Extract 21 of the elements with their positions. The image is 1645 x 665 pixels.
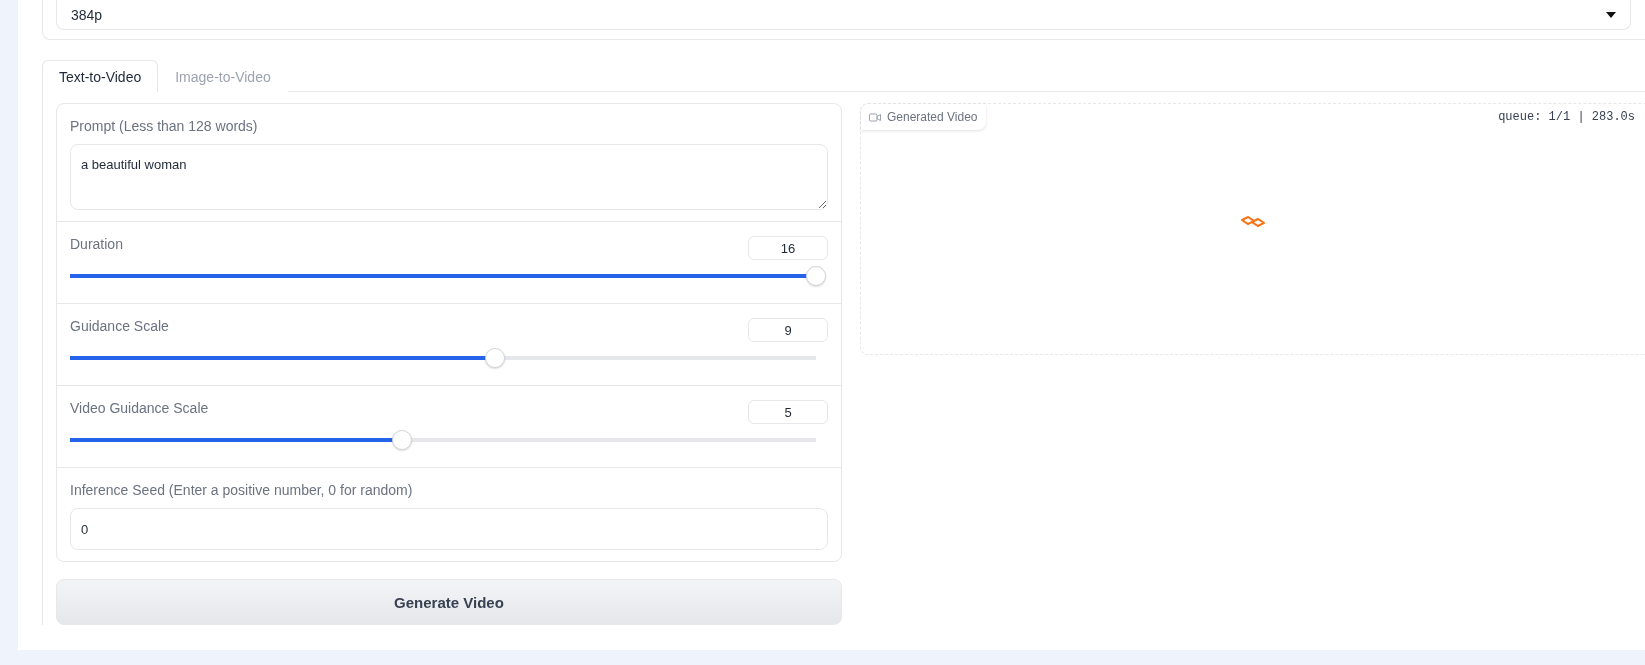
number-field[interactable]: 16 xyxy=(748,236,828,260)
caret-icon xyxy=(1606,11,1616,18)
loading-icon xyxy=(1241,216,1265,228)
slider-label: Guidance Scale xyxy=(70,318,169,334)
resolution-select[interactable]: 384p xyxy=(56,0,1631,30)
slider-thumb[interactable] xyxy=(806,266,826,286)
field-label: Prompt (Less than 128 words) xyxy=(70,118,259,134)
prompt-field[interactable]: a beautiful woman xyxy=(70,144,828,210)
generate-button[interactable]: Generate Video xyxy=(56,579,842,625)
slider-label: Video Guidance Scale xyxy=(70,400,209,416)
slider-thumb[interactable] xyxy=(485,348,506,368)
seed-field[interactable]: 0 xyxy=(70,508,828,550)
slider-thumb[interactable] xyxy=(391,430,412,450)
field-label: Inference Seed (Enter a positive number, 0 for random) xyxy=(70,482,414,498)
number-field[interactable]: 9 xyxy=(748,318,828,342)
number-field[interactable]: 5 xyxy=(748,400,828,424)
video-label: Generated Video xyxy=(861,104,986,130)
slider-label: Duration xyxy=(70,236,123,252)
video-camera-icon xyxy=(869,112,881,122)
tab[interactable]: Text-to-Video xyxy=(42,60,159,92)
queue-status: queue: 1/1 | 283.0s xyxy=(1498,110,1635,124)
